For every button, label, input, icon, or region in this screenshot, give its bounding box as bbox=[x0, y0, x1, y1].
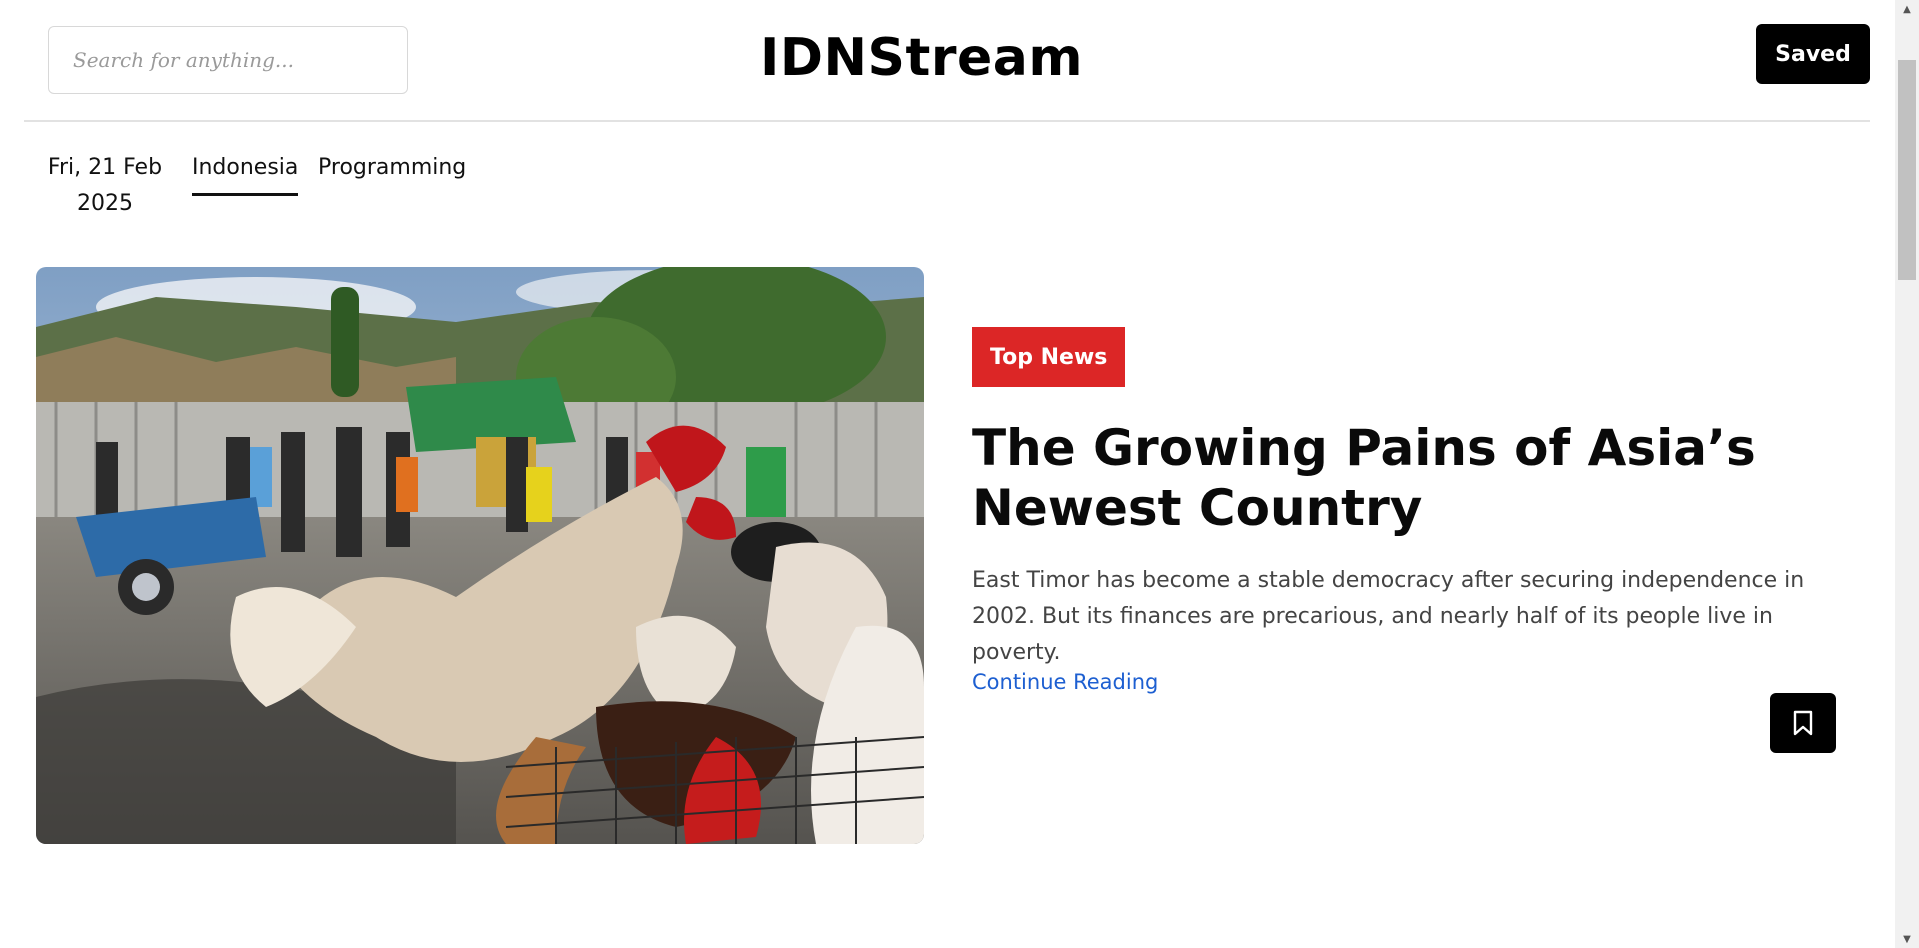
saved-button[interactable]: Saved bbox=[1756, 24, 1870, 84]
bookmark-button[interactable] bbox=[1770, 693, 1836, 753]
category-badge: Top News bbox=[972, 327, 1126, 387]
tab-indonesia[interactable]: Indonesia bbox=[192, 150, 299, 196]
bookmark-icon bbox=[1793, 710, 1813, 736]
scroll-down-icon[interactable]: ▼ bbox=[1895, 930, 1919, 948]
brand-text[interactable]: IDNStream bbox=[760, 28, 1083, 88]
header-divider bbox=[24, 120, 1870, 122]
scroll-thumb[interactable] bbox=[1898, 60, 1916, 280]
scroll-up-icon[interactable]: ▲ bbox=[1895, 0, 1919, 18]
vertical-scrollbar[interactable]: ▲ ▼ bbox=[1895, 0, 1919, 948]
site-brand[interactable]: IDNStream bbox=[0, 28, 1895, 88]
hero-image[interactable] bbox=[36, 267, 924, 844]
current-date: Fri, 21 Feb 2025 bbox=[47, 155, 163, 216]
article-title[interactable]: The Growing Pains of Asia’s Newest Count… bbox=[972, 418, 1832, 538]
market-photo bbox=[36, 267, 924, 844]
page: IDNStream Saved Fri, 21 Feb 2025 Indones… bbox=[0, 0, 1895, 948]
tab-programming[interactable]: Programming bbox=[318, 150, 466, 186]
article-summary: East Timor has become a stable democracy… bbox=[972, 568, 1805, 665]
continue-reading-link[interactable]: Continue Reading bbox=[972, 670, 1158, 694]
